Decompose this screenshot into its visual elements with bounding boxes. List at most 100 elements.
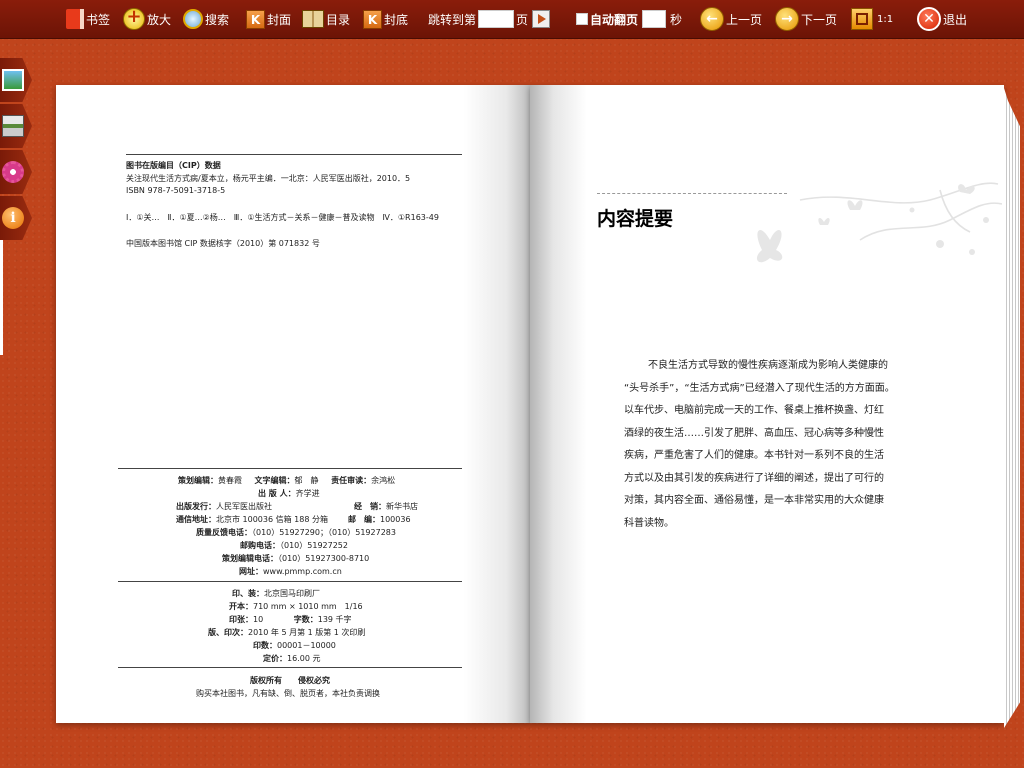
- address-line: 通信地址：北京市 100036 信箱 188 分箱: [176, 514, 328, 525]
- summary-paragraph: 不良生活方式导致的慢性疾病逐渐成为影响人类健康的 “头号杀手”，“生活方式病”已…: [624, 355, 906, 535]
- seconds-label: 秒: [670, 12, 683, 27]
- printer-line: 印、装：北京国马印刷厂: [232, 588, 320, 599]
- next-arrow-icon: →: [775, 7, 799, 31]
- printer-label: 印、装：: [232, 589, 264, 598]
- bookmark-icon: [66, 9, 84, 29]
- summary-line-5: 疾病，严重危害了人们的健康。本书针对一系列不良的生活: [624, 450, 884, 461]
- price-line: 定价：16.00 元: [263, 653, 320, 664]
- right-page-title: 内容提要: [597, 208, 674, 230]
- mail-order-label: 邮购电话：: [240, 541, 280, 550]
- issuer-label: 出版发行：: [176, 502, 216, 511]
- copyright-top-rule: [118, 667, 462, 668]
- side-tab-print[interactable]: [0, 104, 32, 148]
- zoom-in-icon: [123, 6, 145, 30]
- toc-label: 目录: [326, 12, 351, 27]
- feedback-label: 质量反馈电话：: [196, 528, 252, 537]
- bookmark-label: 书签: [86, 12, 111, 27]
- words-label: 字数：: [293, 615, 318, 624]
- cip-top-rule: [126, 154, 462, 155]
- sheets-line: 印张：10 字数：139 千字: [229, 614, 352, 625]
- toolbar: 书签 放大 搜索 K 封面 目录 K 封底 跳转到第 页 自动翻页 秒 ← 上一…: [0, 0, 1024, 39]
- seller-line: 经 销：新华书店: [354, 501, 418, 512]
- edition: 2010 年 5 月第 1 版第 1 次印刷: [248, 628, 366, 637]
- page-number-input[interactable]: [478, 10, 515, 28]
- page-jump: 跳转到第 页: [428, 0, 552, 38]
- planning-editor-label: 策划编辑：: [178, 476, 218, 485]
- cip-line1: 关注现代生活方式病/夏本立，杨元平主编．一北京：人民军医出版社，2010．5: [126, 174, 411, 183]
- exit-label: 退出: [943, 12, 968, 27]
- cip-number: 中国版本图书馆 CIP 数据核字（2010）第 071832 号: [126, 239, 320, 248]
- edition-label: 版、印次：: [208, 628, 248, 637]
- image-icon: [2, 69, 24, 91]
- cover-button[interactable]: K 封面: [246, 0, 291, 38]
- feedback-line: 质量反馈电话：（010）51927290；（010）51927283: [196, 527, 396, 538]
- auto-flip-label: 自动翻页: [590, 12, 639, 27]
- editorial-phone-label: 策划编辑电话：: [222, 554, 278, 563]
- sheets: 10: [253, 615, 264, 624]
- format: 710 mm × 1010 mm 1/16: [253, 602, 363, 611]
- summary-line-6: 方式以及由其引发的疾病进行了详细的阐述，提出了可行的: [624, 472, 884, 484]
- next-page-label: 下一页: [801, 12, 838, 27]
- format-line: 开本：710 mm × 1010 mm 1/16: [229, 601, 363, 612]
- price: 16.00 元: [287, 654, 321, 663]
- settings-icon: [2, 161, 24, 183]
- ratio-label: 1:1: [877, 13, 894, 25]
- publisher-name: 齐学进: [295, 489, 320, 498]
- publisher-label: 出 版 人：: [258, 489, 296, 498]
- cip-isbn: ISBN 978-7-5091-3718-5: [126, 186, 226, 195]
- jump-prefix-label: 跳转到第: [428, 12, 477, 27]
- website-label: 网址：: [239, 567, 263, 576]
- copyright-note: 购买本社图书，凡有缺、倒、脱页者，本社负责调换: [196, 689, 380, 698]
- side-tab-thumbnails[interactable]: [0, 58, 32, 102]
- search-icon: [183, 9, 203, 29]
- printer: 北京国马印刷厂: [264, 589, 320, 598]
- back-cover-label: 封底: [384, 12, 409, 27]
- summary-line-3: 以车代步、电脑前完成一天的工作、餐桌上推杯换盏、灯红: [624, 405, 884, 416]
- prev-page-label: 上一页: [726, 12, 763, 27]
- toc-icon: [302, 10, 324, 28]
- go-icon[interactable]: [532, 10, 551, 28]
- address-label: 通信地址：: [176, 515, 216, 524]
- prev-arrow-icon: ←: [700, 7, 724, 31]
- seconds-input[interactable]: [642, 10, 667, 28]
- review-editor-label: 责任审读：: [331, 476, 372, 485]
- first-page-icon: K: [246, 9, 265, 29]
- auto-flip: 自动翻页 秒: [576, 0, 682, 38]
- summary-line-8: 科普读物。: [624, 517, 674, 529]
- side-tab-info[interactable]: i: [0, 196, 32, 240]
- info-icon: i: [2, 207, 24, 229]
- summary-line-2: “头号杀手”，“生活方式病”已经潜入了现代生活的方方面面。: [624, 382, 895, 394]
- fit-icon: [851, 8, 873, 30]
- prev-page-button[interactable]: ← 上一页: [700, 0, 762, 38]
- print-top-rule: [118, 581, 462, 582]
- mail-order-phone: （010）51927252: [280, 541, 348, 550]
- back-cover-button[interactable]: K 封底: [363, 0, 408, 38]
- cip-class: Ⅰ．①关… Ⅱ．①夏…②杨… Ⅲ．①生活方式－关系－健康－普及读物 Ⅳ．①R16…: [126, 213, 439, 222]
- editorial-phone: （010）51927300-8710: [278, 554, 370, 563]
- price-label: 定价：: [263, 654, 287, 663]
- next-page-button[interactable]: → 下一页: [775, 0, 837, 38]
- page-edge-stack: [1004, 88, 1020, 728]
- planning-editor: 黄春霞: [218, 476, 242, 485]
- postcode-label: 邮 编：: [348, 515, 380, 524]
- print-count-label: 印数：: [253, 641, 277, 650]
- cip-title: 图书在版编目（CIP）数据: [126, 161, 221, 170]
- zoom-in-button[interactable]: 放大: [123, 0, 171, 38]
- side-tab-settings[interactable]: [0, 150, 32, 194]
- summary-line-4: 酒绿的夜生活……引发了肥胖、高血压、冠心病等多种慢性: [624, 427, 884, 439]
- actual-size-button[interactable]: 1:1: [851, 0, 893, 38]
- seller: 新华书店: [386, 502, 418, 511]
- summary-line-1: 不良生活方式导致的慢性疾病逐渐成为影响人类健康的: [648, 360, 888, 371]
- toc-button[interactable]: 目录: [302, 0, 350, 38]
- auto-flip-checkbox[interactable]: [576, 13, 588, 25]
- website-line: 网址：www.pmmp.com.cn: [239, 566, 342, 577]
- summary-line-7: 对策，其内容全面、通俗易懂，是一本非常实用的大众健康: [624, 495, 884, 506]
- search-button[interactable]: 搜索: [183, 0, 229, 38]
- search-label: 搜索: [205, 12, 230, 27]
- text-editor-label: 文字编辑：: [254, 476, 295, 485]
- cover-label: 封面: [267, 12, 292, 27]
- review-editor: 余鸿松: [371, 476, 396, 485]
- exit-button[interactable]: ✕ 退出: [917, 0, 967, 38]
- bookmark-button[interactable]: 书签: [66, 0, 110, 38]
- print-count: 00001－10000: [277, 641, 336, 650]
